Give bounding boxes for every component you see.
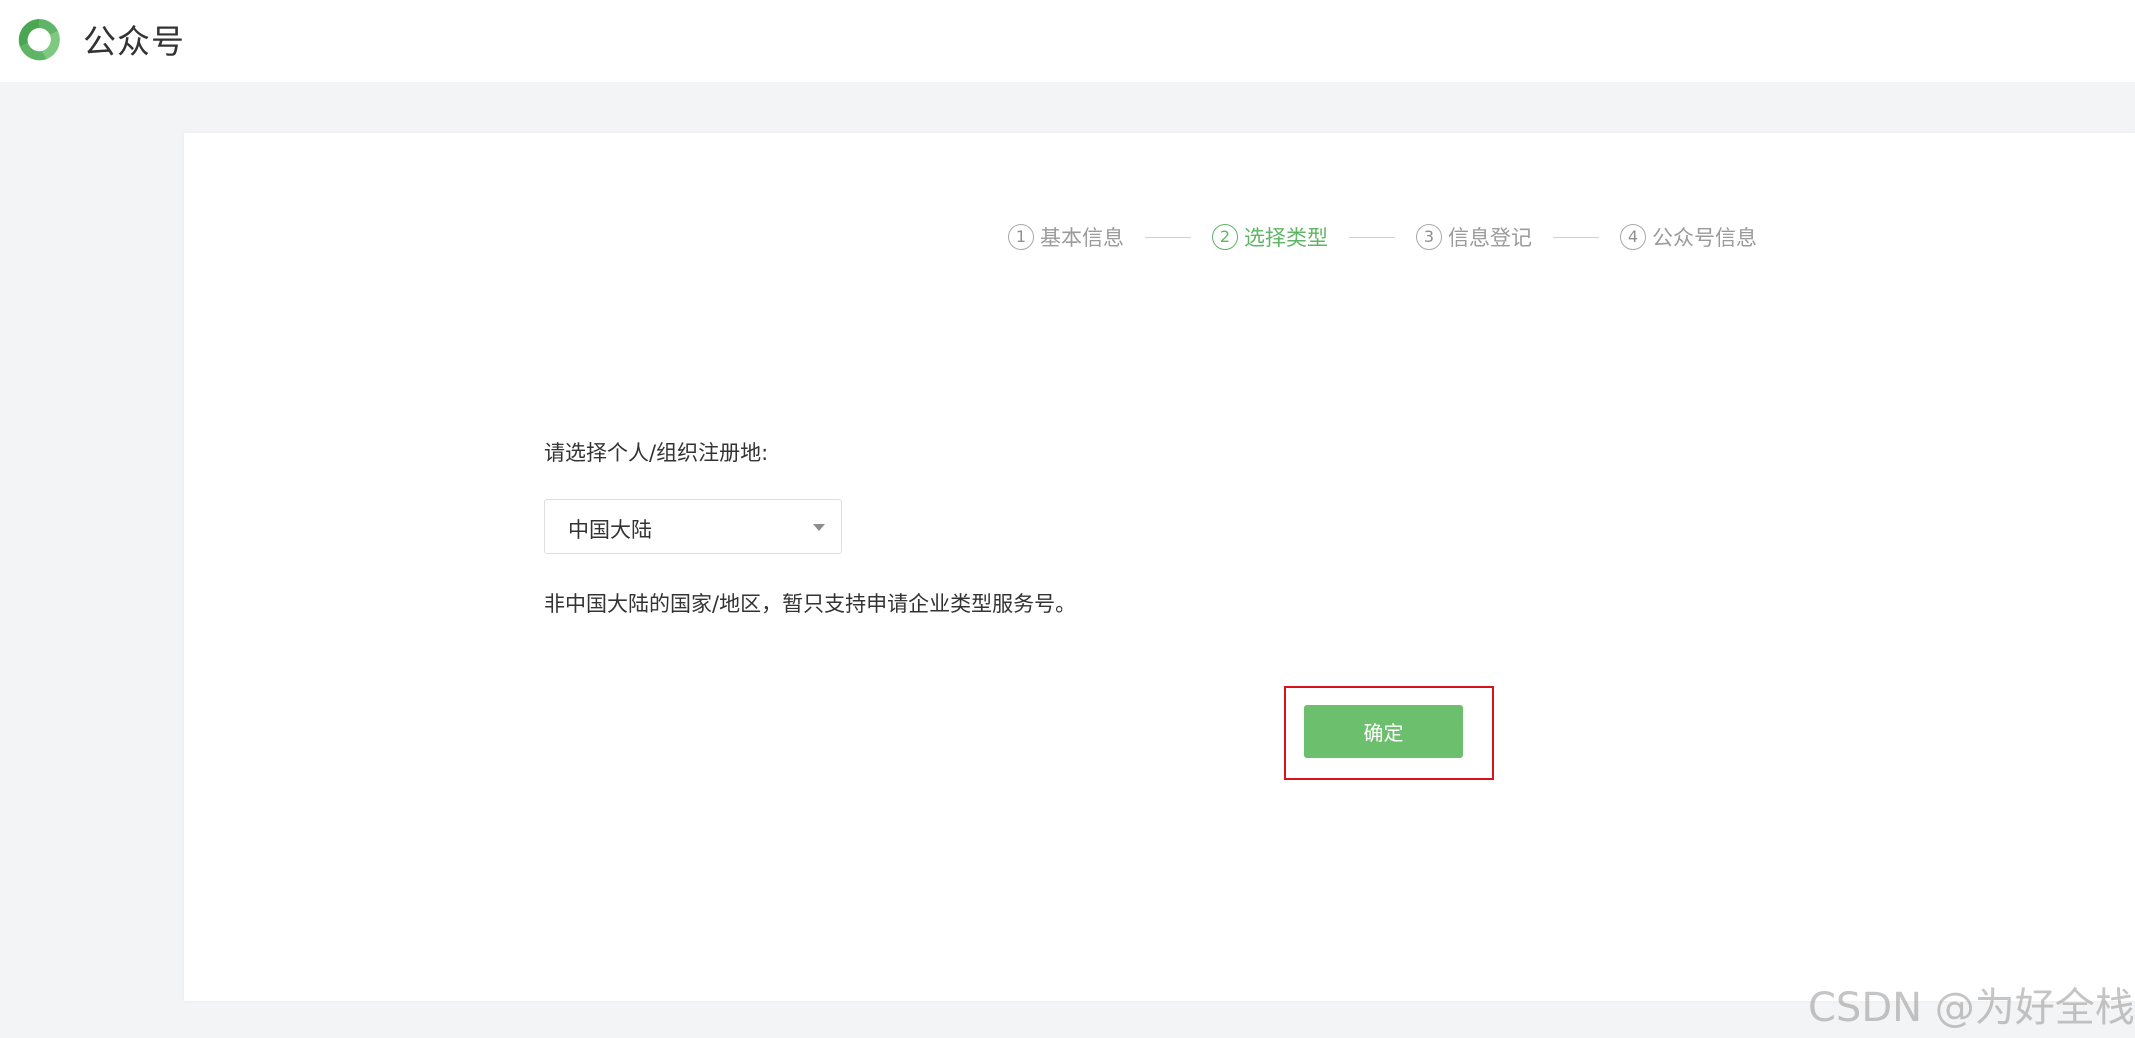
wechat-official-account-logo-icon[interactable] <box>14 15 64 65</box>
confirm-button[interactable]: 确定 <box>1304 705 1463 758</box>
progress-steps: 1 基本信息 2 选择类型 3 信息登记 4 公众号信息 <box>1008 219 1757 255</box>
step-number: 1 <box>1008 224 1034 250</box>
step-number: 2 <box>1212 224 1238 250</box>
caret-down-icon <box>813 524 825 531</box>
region-hint: 非中国大陆的国家/地区，暂只支持申请企业类型服务号。 <box>544 592 1077 616</box>
step-account-info: 4 公众号信息 <box>1620 222 1757 252</box>
step-basic-info: 1 基本信息 <box>1008 222 1124 252</box>
step-info-registration: 3 信息登记 <box>1416 222 1532 252</box>
region-select-value: 中国大陆 <box>568 518 652 542</box>
step-label: 选择类型 <box>1244 226 1328 250</box>
step-number: 4 <box>1620 224 1646 250</box>
step-divider <box>1553 236 1599 238</box>
step-label: 信息登记 <box>1448 226 1532 250</box>
region-label: 请选择个人/组织注册地: <box>544 441 769 465</box>
top-bar: 公众号 <box>0 0 2135 82</box>
brand-title: 公众号 <box>83 22 185 61</box>
step-label: 公众号信息 <box>1652 226 1757 250</box>
step-divider <box>1145 236 1191 238</box>
region-select[interactable]: 中国大陆 <box>544 499 842 554</box>
main-card <box>184 133 2135 1001</box>
step-divider <box>1349 236 1395 238</box>
step-select-type: 2 选择类型 <box>1212 222 1328 252</box>
step-number: 3 <box>1416 224 1442 250</box>
watermark: CSDN @为好全栈 <box>1808 985 2135 1031</box>
step-label: 基本信息 <box>1040 226 1124 250</box>
